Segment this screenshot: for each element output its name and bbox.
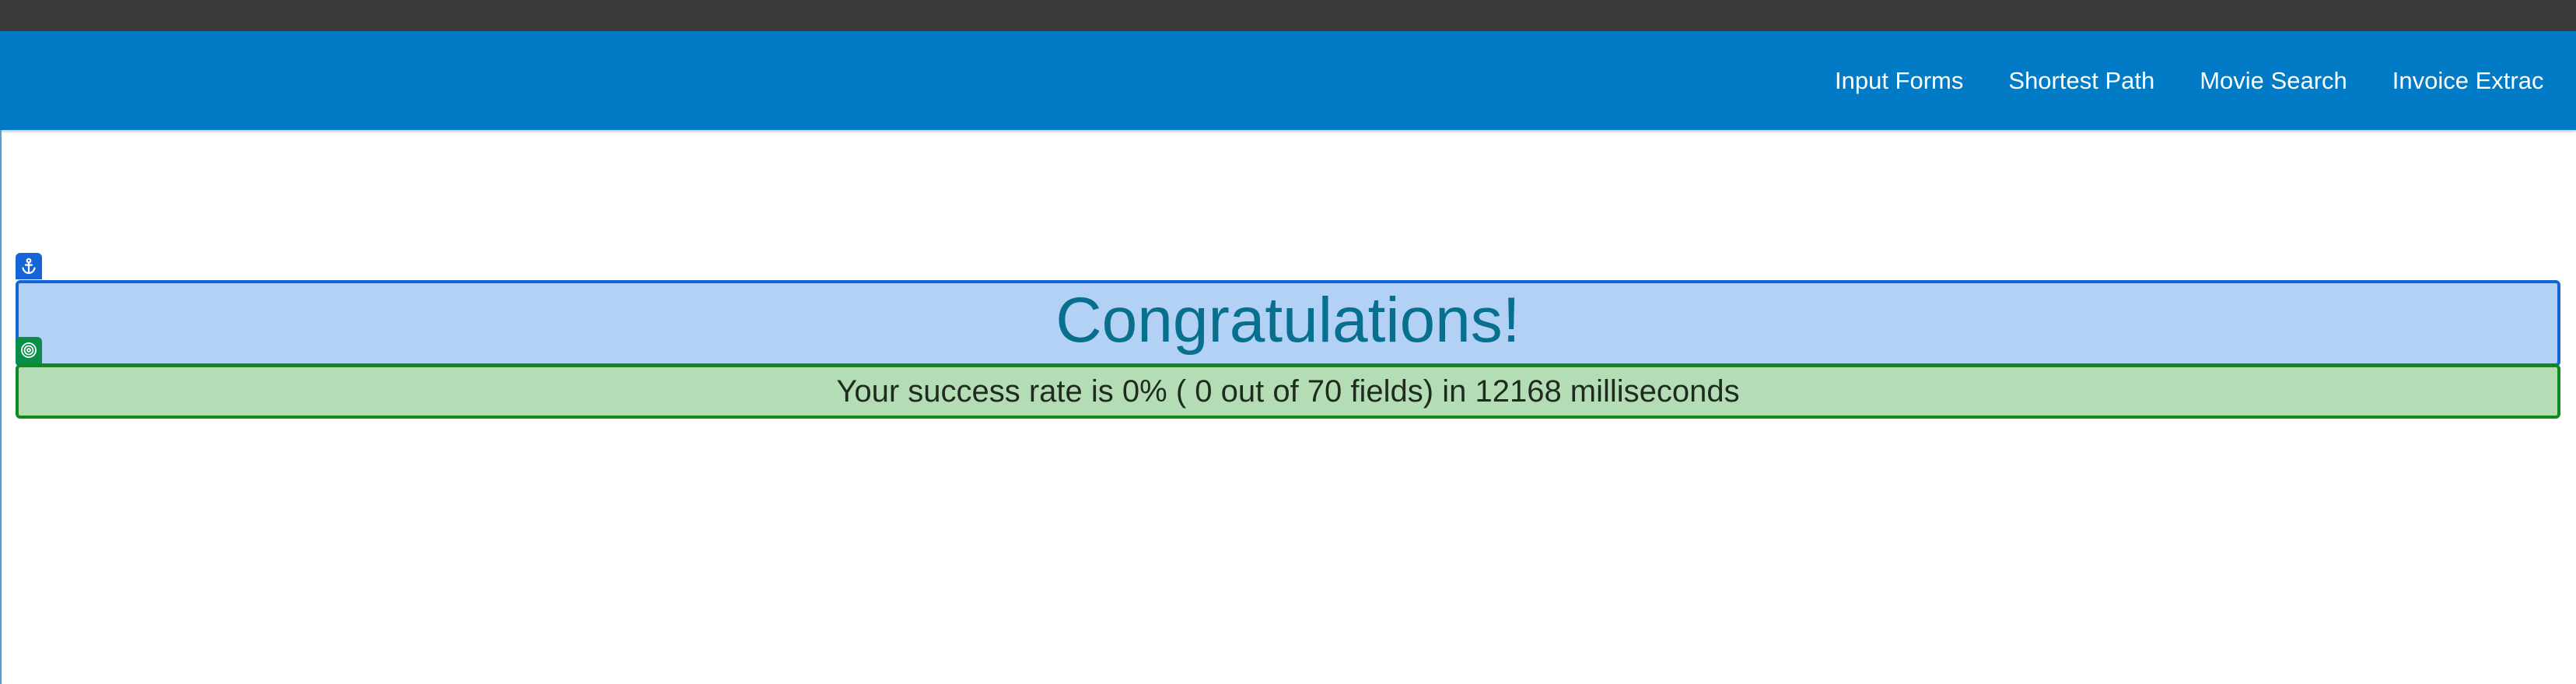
congratulations-title: Congratulations! bbox=[1055, 284, 1521, 356]
browser-top-strip bbox=[0, 0, 2576, 31]
nav-links: Input Forms Shortest Path Movie Search I… bbox=[1812, 31, 2566, 130]
left-border-line bbox=[0, 130, 2, 684]
anchor-icon bbox=[16, 253, 42, 279]
nav-link-input-forms[interactable]: Input Forms bbox=[1835, 67, 1963, 95]
target-icon bbox=[16, 337, 42, 363]
nav-link-shortest-path[interactable]: Shortest Path bbox=[2008, 67, 2154, 95]
navbar: Input Forms Shortest Path Movie Search I… bbox=[0, 31, 2576, 130]
success-rate-banner: Your success rate is 0% ( 0 out of 70 fi… bbox=[16, 364, 2560, 419]
nav-link-invoice-extraction[interactable]: Invoice Extrac bbox=[2392, 67, 2544, 95]
success-rate-message: Your success rate is 0% ( 0 out of 70 fi… bbox=[836, 374, 1740, 409]
congratulations-banner: Congratulations! bbox=[16, 280, 2560, 367]
nav-link-movie-search[interactable]: Movie Search bbox=[2200, 67, 2347, 95]
